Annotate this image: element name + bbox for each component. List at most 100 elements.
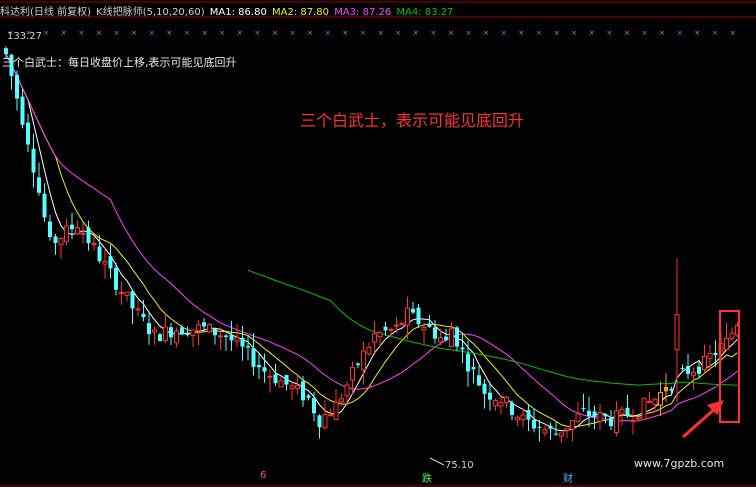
top-x-marker: × (61, 29, 67, 37)
top-x-marker: × (290, 29, 296, 37)
candle-body (636, 416, 641, 419)
top-x-marker: × (184, 29, 190, 37)
candle-body (262, 367, 267, 372)
candle-body (91, 242, 97, 245)
candle-body (707, 353, 713, 359)
top-x-marker: × (131, 29, 137, 37)
candle-body (510, 402, 514, 415)
top-x-marker: × (395, 29, 401, 37)
candle-body (141, 313, 146, 318)
candle-body (554, 433, 558, 435)
candle-body (581, 408, 586, 410)
top-x-marker: × (325, 29, 331, 37)
candle-body (680, 367, 685, 369)
candle-body (477, 375, 481, 386)
top-x-marker: × (624, 29, 630, 37)
candle-body (158, 334, 162, 342)
top-x-marker: × (730, 29, 736, 37)
candle-body (190, 329, 196, 336)
low-price-label: 75.10 (445, 460, 474, 471)
top-x-marker: × (202, 29, 208, 37)
candle-body (119, 291, 124, 294)
candle-body (339, 398, 344, 403)
top-x-marker: × (466, 29, 472, 37)
top-x-marker: × (501, 29, 507, 37)
top-x-marker: × (96, 29, 102, 37)
candle-body (570, 420, 575, 430)
candle-body (356, 363, 360, 366)
candle-body (587, 410, 591, 417)
candle-body (537, 426, 542, 428)
candle-body (48, 221, 52, 238)
top-x-marker: × (342, 29, 348, 37)
candle-body (493, 399, 498, 407)
candle-body (147, 323, 151, 335)
candle-body (427, 323, 432, 327)
top-x-marker: × (307, 29, 313, 37)
candle-body (449, 328, 454, 348)
candle-body (257, 364, 261, 368)
candle-body (455, 327, 459, 347)
candle-body (686, 366, 690, 374)
candle-body (532, 420, 536, 429)
candle-body (26, 122, 30, 145)
candle-body (180, 327, 184, 335)
candle-body (691, 371, 696, 376)
candle-body (213, 328, 217, 336)
candle-body (388, 328, 394, 331)
candle-body (361, 350, 366, 371)
candle-body (520, 414, 526, 421)
candle-body (466, 353, 470, 372)
top-x-marker: × (518, 29, 524, 37)
candle-body (64, 225, 69, 243)
candle-body (377, 332, 383, 338)
candle-body (328, 414, 333, 417)
candle-body (278, 380, 284, 388)
candle-body (312, 397, 316, 414)
top-x-marker: × (589, 29, 595, 37)
candle-body (372, 333, 377, 343)
candle-body (350, 366, 355, 381)
candle-body (70, 224, 74, 230)
candle-body (273, 374, 278, 384)
top-x-marker: × (642, 29, 648, 37)
top-x-marker: × (430, 29, 436, 37)
candle-body (196, 324, 201, 332)
candle-body (58, 237, 64, 246)
candle-body (658, 392, 663, 406)
candle-body (647, 400, 652, 403)
candle-body (664, 386, 668, 392)
candle-body (609, 418, 613, 427)
candle-body (421, 326, 427, 331)
top-x-marker: × (536, 29, 542, 37)
top-x-marker: × (149, 29, 155, 37)
candle-body (130, 291, 135, 309)
candle-body (97, 246, 102, 262)
candle-body (344, 384, 350, 397)
candle-body (652, 398, 658, 405)
ma2-value: MA2: 87.80 (272, 7, 330, 18)
stock-title: 科达利(日线 前复权) (0, 7, 91, 18)
candle-body (697, 366, 701, 374)
top-x-marker: × (378, 29, 384, 37)
strategy-description: 三个白武士：每日收盘价上移,表示可能见底回升 (2, 56, 237, 69)
candle-body (42, 193, 47, 218)
candle-body (394, 324, 399, 327)
candle-body (108, 256, 113, 269)
candlestick-chart: × × × × × × × × × × × × × × × × × × × × × × × × × × × × × × × × × × × × × × × ×… (0, 0, 756, 487)
candle-body (124, 291, 130, 296)
candle-body (295, 385, 300, 389)
candle-body (625, 407, 630, 417)
marker-six: 6 (260, 470, 267, 481)
candle-body (488, 392, 492, 400)
candle-body (289, 385, 295, 390)
candle-body (366, 346, 372, 355)
candle-body (202, 322, 206, 327)
candle-body (15, 74, 19, 99)
candle-body (322, 413, 328, 429)
candle-body (169, 327, 173, 338)
candle-body (433, 327, 437, 339)
ma3-value: MA3: 87.26 (334, 7, 392, 18)
candle-body (114, 267, 118, 290)
candle-body (234, 337, 240, 342)
